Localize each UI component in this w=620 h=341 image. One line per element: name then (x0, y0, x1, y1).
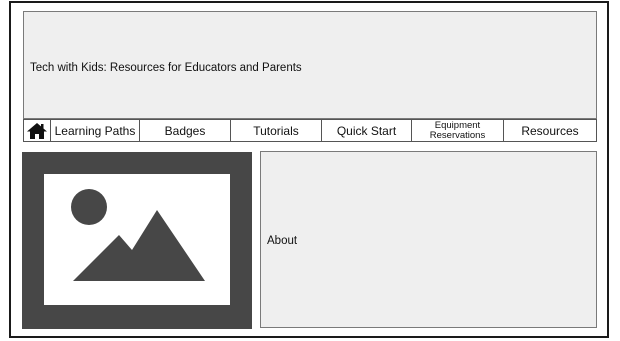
nav-resources[interactable]: Resources (504, 119, 597, 142)
home-icon (27, 122, 47, 139)
nav-learning-paths[interactable]: Learning Paths (51, 119, 140, 142)
nav-tutorials[interactable]: Tutorials (231, 119, 322, 142)
image-placeholder-icon (71, 189, 205, 281)
nav-home[interactable] (23, 119, 51, 142)
nav-badges[interactable]: Badges (140, 119, 231, 142)
about-label: About (267, 235, 298, 247)
site-header: Tech with Kids: Resources for Educators … (23, 11, 597, 119)
hero-image-frame (44, 174, 230, 305)
about-section: About (260, 151, 597, 328)
nav-quick-start[interactable]: Quick Start (322, 119, 412, 142)
site-title: Tech with Kids: Resources for Educators … (30, 62, 302, 74)
hero-image (22, 152, 252, 329)
main-navigation: Learning Paths Badges Tutorials Quick St… (23, 119, 597, 142)
nav-equipment-reservations[interactable]: Equipment Reservations (412, 119, 504, 142)
